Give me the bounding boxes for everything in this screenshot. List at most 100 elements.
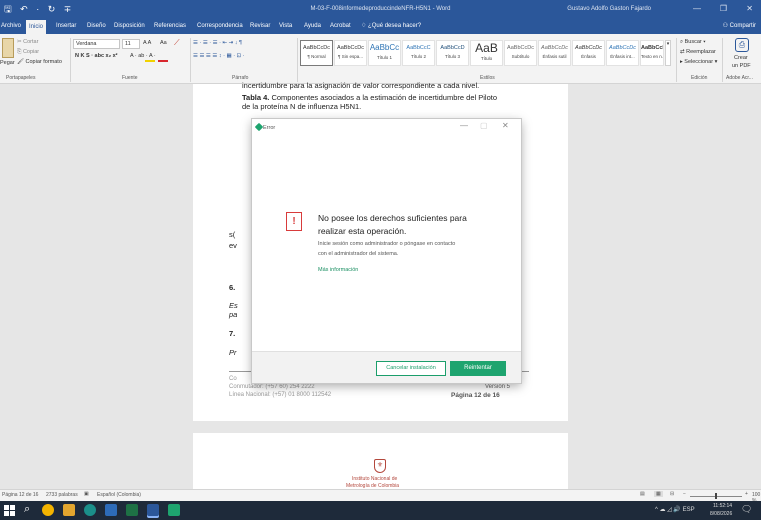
create-pdf-icon[interactable]: ⎙ [735,38,749,52]
tab-insertar[interactable]: Insertar [53,18,79,34]
style-enfasis[interactable]: AaBbCcDc Énfasis [572,40,605,66]
user-name[interactable]: Gustavo Adolfo Gaston Fajardo [567,0,651,18]
windows-start-icon[interactable] [4,505,15,516]
style-sample: AaBbCcDc [337,45,364,51]
find-button[interactable]: ⌕ Buscar ▾ [680,39,706,46]
style-normal[interactable]: AaBbCcDc ¶ Normal [300,40,333,66]
document-page-next[interactable]: ⚜ Instituto Nacional de Metrología de Co… [193,433,568,493]
font-name-select[interactable]: Verdana [73,39,120,49]
style-titulo-3[interactable]: AaBbCcD Título 3 [436,40,469,66]
zoom-in-button[interactable]: + [745,491,748,497]
style-titulo-1[interactable]: AaBbCc Título 1 [368,40,401,66]
select-button[interactable]: ▸ Seleccionar ▾ [680,59,717,65]
word-count[interactable]: 2733 palabras [46,492,78,498]
replace-button[interactable]: ⇄ Reemplazar [680,49,716,55]
align-buttons[interactable]: ☰ ☰ ☰ ☰ ↕ · ▦ · ⊡ · [193,53,245,59]
clock-date[interactable]: 8/08/2026 [710,511,732,517]
style-titulo-2[interactable]: AaBbCcC Título 2 [402,40,435,66]
tab-inicio[interactable]: Inicio [26,20,47,34]
dialog-title: Error [263,125,276,131]
share-button[interactable]: ⚇ Compartir [720,18,759,34]
installer-taskbar-icon[interactable] [168,504,180,516]
list-buttons[interactable]: ☰ · ☰ · ☰ · ⇤ ⇥ ↓ ¶ [193,40,242,46]
notifications-icon[interactable]: 🗨 [741,504,752,515]
page-count[interactable]: Página 12 de 16 [2,492,38,498]
dialog-close-button[interactable]: ✕ [502,121,509,130]
proofing-icon[interactable]: ▣ [84,491,89,497]
zoom-slider-thumb[interactable] [715,493,717,499]
read-mode-icon[interactable]: ▤ [640,491,645,497]
tab-revisar[interactable]: Revisar [247,18,273,34]
tab-vista[interactable]: Vista [276,18,295,34]
section-heading-7: 7. [229,329,236,338]
copy-label: Copiar [22,49,40,55]
clock-time[interactable]: 11:52:14 [713,503,732,509]
font-color-buttons[interactable]: A · ab · A · [130,53,156,59]
adobe-group-label: Adobe Acr... [726,75,753,81]
format-painter-button[interactable]: 🖌 Copiar formato [17,59,62,65]
style-sample: AaBbCcDc [575,45,602,51]
excel-icon[interactable] [126,504,138,516]
close-button[interactable]: ✕ [746,0,753,18]
font-style-buttons[interactable]: N K S · abc x₂ x² [75,53,117,59]
group-divider [70,38,71,82]
change-case-button[interactable]: Aa [160,40,167,46]
error-message: Inicie sesión como administrador o pónga… [318,241,456,247]
style-enfasis-sutil[interactable]: AaBbCcDc Énfasis sutil [538,40,571,66]
web-layout-icon[interactable]: ⊟ [670,491,674,497]
dialog-maximize-button[interactable]: ▢ [480,121,488,130]
clear-format-icon[interactable]: ⟋ [174,38,180,48]
tab-ayuda[interactable]: Ayuda [301,18,324,34]
taskbar: ⌕ ^ ☁ ◿ 🔊 ESP 11:52:14 8/08/2026 🗨 [0,501,761,520]
style-enfasis-intenso[interactable]: AaBbCcDc Énfasis int... [606,40,639,66]
system-tray[interactable]: ^ ☁ ◿ 🔊 ESP [655,506,695,513]
app-icon[interactable] [84,504,96,516]
create-pdf-label-2[interactable]: un PDF [732,63,751,69]
language[interactable]: Español (Colombia) [97,492,141,498]
dialog-minimize-button[interactable]: — [460,121,468,130]
tab-referencias[interactable]: Referencias [151,18,189,34]
print-layout-icon[interactable]: ▦ [654,491,663,497]
style-titulo[interactable]: AaB Título [470,40,503,66]
style-sample: AaBbCcDc [541,45,568,51]
paste-label[interactable]: Pegar [0,60,15,66]
footer-hotline: Línea Nacional: (+57) 01 8000 112542 [229,392,332,398]
tell-me-box[interactable]: ♢ ¿Qué desea hacer? [358,18,424,34]
word-taskbar-icon[interactable] [147,504,159,516]
tab-archivo[interactable]: Archivo [0,18,24,34]
restore-button[interactable]: ❐ [720,0,727,18]
search-icon[interactable]: ⌕ [24,503,30,516]
more-info-link[interactable]: Más información [318,267,358,273]
zoom-out-button[interactable]: − [683,491,686,497]
tab-correspondencia[interactable]: Correspondencia [194,18,246,34]
style-sin-espaciado[interactable]: AaBbCcDc ¶ Sin espa... [334,40,367,66]
group-divider [190,38,191,82]
lightbulb-icon: ♢ [361,23,369,29]
paste-icon[interactable] [2,38,14,58]
retry-button[interactable]: Reintentar [450,361,506,376]
chrome-icon[interactable] [42,504,54,516]
windows-logo-pane [10,511,15,516]
copy-button[interactable]: ⎘ Copiar [17,49,39,56]
style-subtitulo[interactable]: AaBbCcDc Subtítulo [504,40,537,66]
tab-diseno[interactable]: Diseño [84,18,109,34]
group-divider [676,38,677,82]
file-explorer-icon[interactable] [63,504,75,516]
grow-shrink-font-buttons[interactable]: A A [143,40,151,46]
replace-label: Reemplazar [686,49,716,55]
style-sample: AaBbCcDc [507,45,534,51]
font-size-select[interactable]: 11 [122,39,140,49]
styles-scroll-button[interactable]: ▾ [665,40,671,66]
tab-disposicion[interactable]: Disposición [111,18,148,34]
style-sample: AaBbCcD [440,45,465,51]
minimize-button[interactable]: — [693,0,701,18]
create-pdf-label[interactable]: Crear [734,55,748,61]
outlook-icon[interactable] [105,504,117,516]
style-texto-negrita[interactable]: AaBbCcDc Texto en n... [640,40,664,66]
table-caption-number: Tabla 4. [242,93,270,102]
cancel-install-button[interactable]: Cancelar instalación [376,361,446,376]
tab-acrobat[interactable]: Acrobat [327,18,354,34]
group-divider [297,38,298,82]
cut-button[interactable]: ✂ Cortar [17,39,38,45]
style-sample: AaBbCcDc [609,45,636,51]
